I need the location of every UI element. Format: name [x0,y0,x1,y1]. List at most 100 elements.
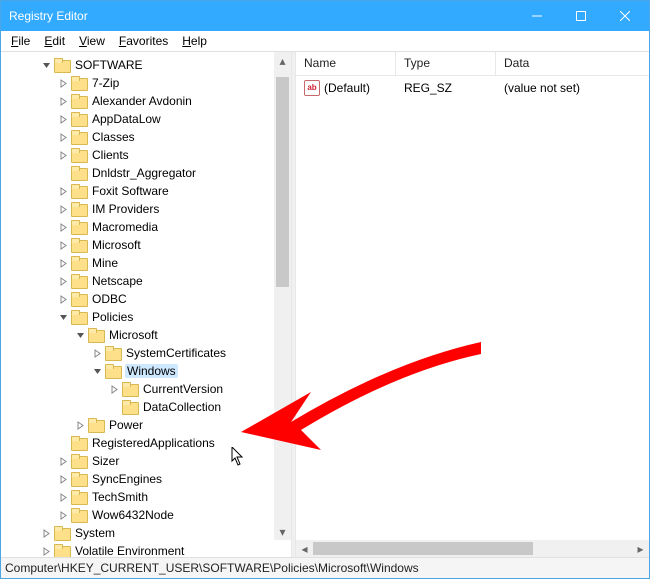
chevron-right-icon[interactable] [56,454,70,468]
reg-string-icon: ab [304,80,320,96]
chevron-right-icon[interactable] [56,256,70,270]
tree-item[interactable]: IM Providers [1,200,291,218]
chevron-right-icon[interactable] [56,472,70,486]
chevron-right-icon[interactable] [56,292,70,306]
menu-file[interactable]: File [5,32,36,50]
chevron-right-icon[interactable] [90,346,104,360]
chevron-right-icon[interactable] [56,148,70,162]
chevron-right-icon[interactable] [56,508,70,522]
close-button[interactable] [603,1,647,31]
tree-item[interactable]: Foxit Software [1,182,291,200]
column-data[interactable]: Data [496,52,649,75]
tree-item[interactable]: Classes [1,128,291,146]
chevron-right-icon[interactable] [56,274,70,288]
maximize-button[interactable] [559,1,603,31]
chevron-right-icon[interactable] [56,238,70,252]
chevron-right-icon[interactable] [39,544,53,557]
tree-item[interactable]: Dnldstr_Aggregator [1,164,291,182]
scroll-track[interactable] [274,69,291,523]
tree-item[interactable]: 7-Zip [1,74,291,92]
folder-icon [54,58,70,72]
tree-item[interactable]: SOFTWARE [1,56,291,74]
tree-item[interactable]: Netscape [1,272,291,290]
chevron-right-icon[interactable] [56,202,70,216]
chevron-right-icon[interactable] [56,112,70,126]
tree-item[interactable]: Microsoft [1,236,291,254]
tree-item[interactable]: TechSmith [1,488,291,506]
folder-icon [122,382,138,396]
tree-item[interactable]: Sizer [1,452,291,470]
folder-icon [122,400,138,414]
status-path: Computer\HKEY_CURRENT_USER\SOFTWARE\Poli… [5,561,419,575]
list-item[interactable]: ab (Default) REG_SZ (value not set) [296,76,649,100]
minimize-button[interactable] [515,1,559,31]
tree-item[interactable]: Policies [1,308,291,326]
scroll-up-arrow-icon[interactable]: ▴ [274,52,291,69]
chevron-right-icon[interactable] [56,490,70,504]
folder-icon [54,526,70,540]
tree-vertical-scrollbar[interactable]: ▴ ▾ [274,52,291,540]
tree-item[interactable]: Macromedia [1,218,291,236]
tree-item[interactable]: Alexander Avdonin [1,92,291,110]
folder-icon [71,472,87,486]
tree-pane[interactable]: SOFTWARE7-ZipAlexander AvdoninAppDataLow… [1,52,291,557]
tree-item[interactable]: SystemCertificates [1,344,291,362]
chevron-down-icon[interactable] [90,364,104,378]
tree-item[interactable]: Clients [1,146,291,164]
tree-item-label: Sizer [91,454,120,468]
scroll-thumb[interactable] [276,77,289,287]
menu-favorites[interactable]: Favorites [113,32,174,50]
tree-item[interactable]: ODBC [1,290,291,308]
folder-icon [54,544,70,557]
chevron-right-icon[interactable] [56,76,70,90]
menu-help[interactable]: Help [176,32,213,50]
tree-item[interactable]: System [1,524,291,542]
tree-item[interactable]: Windows [1,362,291,380]
chevron-down-icon[interactable] [73,328,87,342]
scroll-left-arrow-icon[interactable]: ◂ [296,540,313,557]
tree-item[interactable]: Power [1,416,291,434]
menu-fav-rest: avorites [126,34,168,48]
chevron-right-icon[interactable] [56,94,70,108]
tree[interactable]: SOFTWARE7-ZipAlexander AvdoninAppDataLow… [1,56,291,557]
column-name[interactable]: Name [296,52,396,75]
chevron-down-icon[interactable] [39,58,53,72]
tree-item-label: SystemCertificates [125,346,227,360]
titlebar[interactable]: Registry Editor [1,1,649,31]
chevron-right-icon[interactable] [39,526,53,540]
column-type[interactable]: Type [396,52,496,75]
chevron-right-icon[interactable] [107,382,121,396]
folder-icon [71,166,87,180]
tree-item-label: DataCollection [142,400,222,414]
tree-item[interactable]: CurrentVersion [1,380,291,398]
tree-item[interactable]: Microsoft [1,326,291,344]
tree-item-label: Foxit Software [91,184,170,198]
folder-icon [71,238,87,252]
tree-item[interactable]: Mine [1,254,291,272]
tree-item[interactable]: RegisteredApplications [1,434,291,452]
chevron-down-icon[interactable] [56,310,70,324]
scroll-right-arrow-icon[interactable]: ▸ [632,540,649,557]
tree-item[interactable]: Wow6432Node [1,506,291,524]
chevron-right-icon[interactable] [73,418,87,432]
scroll-thumb[interactable] [313,542,533,555]
chevron-right-icon[interactable] [56,184,70,198]
menu-view[interactable]: View [73,32,111,50]
tree-item[interactable]: DataCollection [1,398,291,416]
window-title: Registry Editor [9,9,515,23]
value-data: (value not set) [496,79,588,97]
chevron-right-icon[interactable] [56,220,70,234]
scroll-down-arrow-icon[interactable]: ▾ [274,523,291,540]
tree-item[interactable]: Volatile Environment [1,542,291,557]
menu-edit[interactable]: Edit [38,32,71,50]
menu-edit-rest: dit [52,34,65,48]
list-body[interactable]: ab (Default) REG_SZ (value not set) ◂ ▸ [296,76,649,557]
chevron-right-icon[interactable] [56,130,70,144]
folder-icon [71,202,87,216]
tree-item[interactable]: AppDataLow [1,110,291,128]
tree-item[interactable]: SyncEngines [1,470,291,488]
scroll-track[interactable] [313,540,632,557]
list-horizontal-scrollbar[interactable]: ◂ ▸ [296,540,649,557]
tree-item-label: Classes [91,130,136,144]
value-type: REG_SZ [396,79,496,97]
